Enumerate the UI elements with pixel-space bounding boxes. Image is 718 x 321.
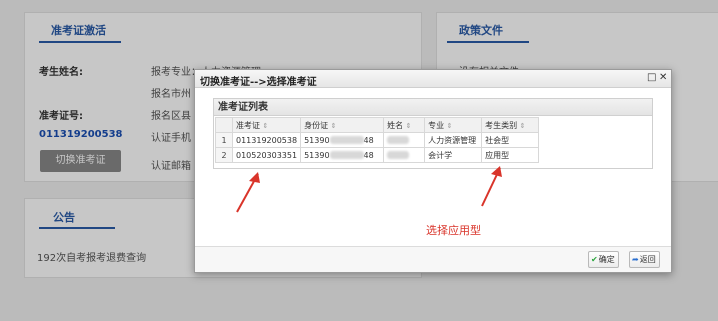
table-header-row: 准考证 ⇕ 身份证 ⇕ 姓名 ⇕ 专业 ⇕ 考生类别 ⇕ xyxy=(215,117,540,133)
column-header-major[interactable]: 专业 ⇕ xyxy=(424,117,483,133)
redacted-name xyxy=(387,136,410,144)
table-row[interactable]: 2 010520303351 51390 48 会计学 应用型 xyxy=(215,147,540,163)
sort-icon: ⇕ xyxy=(330,121,337,130)
grid-title: 准考证列表 xyxy=(214,99,652,116)
dialog-title: 切换准考证-->选择准考证 xyxy=(200,77,317,88)
redacted-name xyxy=(387,151,410,159)
category-cell: 应用型 xyxy=(481,147,540,163)
sort-icon: ⇕ xyxy=(405,121,412,130)
id-cell: 51390 48 xyxy=(300,132,385,148)
close-icon[interactable]: ✕ xyxy=(659,72,667,84)
row-number: 1 xyxy=(215,132,233,148)
dialog-footer: ✔确定 ➦返回 xyxy=(195,246,671,272)
back-button[interactable]: ➦返回 xyxy=(629,251,660,268)
column-header-category[interactable]: 考生类别 ⇕ xyxy=(481,117,540,133)
column-header-name[interactable]: 姓名 ⇕ xyxy=(383,117,426,133)
column-header-id[interactable]: 身份证 ⇕ xyxy=(300,117,385,133)
name-cell xyxy=(383,132,426,148)
ticket-table: 准考证 ⇕ 身份证 ⇕ 姓名 ⇕ 专业 ⇕ 考生类别 ⇕ 1 011319200… xyxy=(215,117,540,163)
ticket-cell: 010520303351 xyxy=(231,147,302,163)
dialog-header: 切换准考证-->选择准考证 □ ✕ xyxy=(195,70,671,88)
row-number: 2 xyxy=(215,147,233,163)
name-cell xyxy=(383,147,426,163)
row-number-header xyxy=(215,117,233,133)
category-cell: 社会型 xyxy=(481,132,540,148)
sort-icon: ⇕ xyxy=(262,121,269,130)
sort-icon: ⇕ xyxy=(519,121,526,130)
check-icon: ✔ xyxy=(591,255,598,264)
id-cell: 51390 48 xyxy=(300,147,385,163)
major-cell: 会计学 xyxy=(424,147,483,163)
ticket-cell: 011319200538 xyxy=(231,132,302,148)
major-cell: 人力资源管理 xyxy=(424,132,483,148)
sort-icon: ⇕ xyxy=(446,121,453,130)
redacted-id xyxy=(329,151,364,159)
ticket-grid: 准考证列表 准考证 ⇕ 身份证 ⇕ 姓名 ⇕ 专业 ⇕ 考生类别 ⇕ 1 011… xyxy=(213,98,653,169)
annotation-text: 选择应用型 xyxy=(426,224,481,237)
confirm-button[interactable]: ✔确定 xyxy=(588,251,619,268)
annotation-arrow-right xyxy=(481,166,502,207)
table-row[interactable]: 1 011319200538 51390 48 人力资源管理 社会型 xyxy=(215,132,540,148)
return-arrow-icon: ➦ xyxy=(632,255,639,264)
maximize-icon[interactable]: □ xyxy=(647,72,656,84)
annotation-arrow-left xyxy=(236,172,260,213)
column-header-ticket[interactable]: 准考证 ⇕ xyxy=(231,117,302,133)
redacted-id xyxy=(329,136,364,144)
